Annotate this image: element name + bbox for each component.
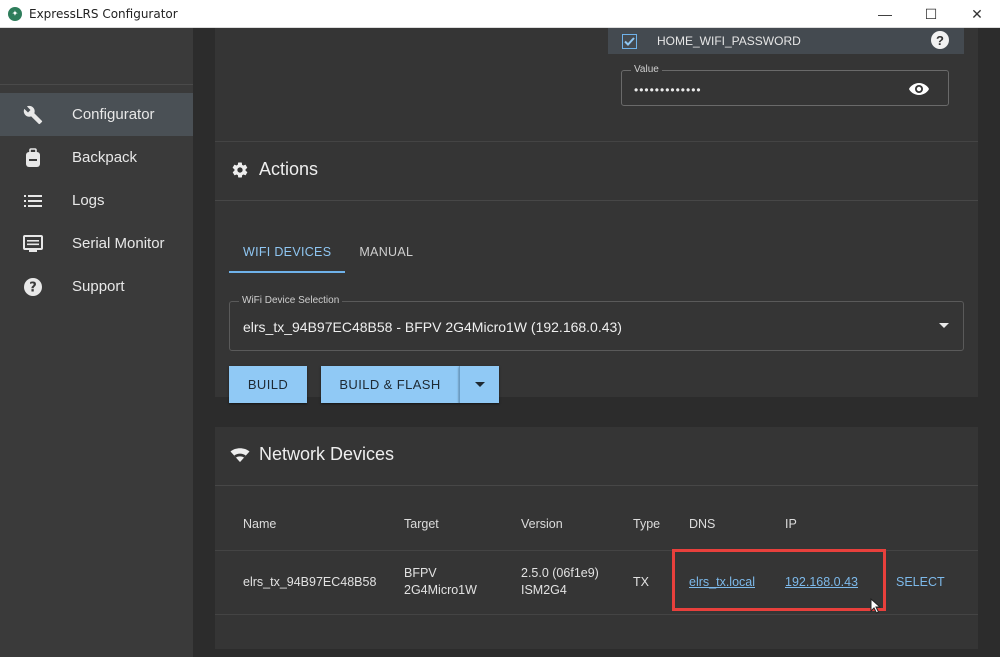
wifi-device-select-value: elrs_tx_94B97EC48B58 - BFPV 2G4Micro1W (…: [243, 319, 622, 335]
eye-icon[interactable]: [908, 80, 930, 98]
device-name: elrs_tx_94B97EC48B58: [243, 575, 377, 589]
app-logo-icon: ✦: [8, 6, 22, 21]
wifi-password-field[interactable]: Value •••••••••••••: [621, 64, 949, 106]
home-wifi-password-label: HOME_WIFI_PASSWORD: [657, 34, 801, 48]
column-header-type: Type: [633, 517, 661, 531]
home-wifi-password-option[interactable]: HOME_WIFI_PASSWORD ?: [608, 28, 964, 54]
sidebar-gutter: [193, 28, 215, 657]
column-header-version: Version: [521, 517, 563, 531]
chevron-down-icon[interactable]: [939, 323, 949, 328]
wifi-password-value[interactable]: •••••••••••••: [634, 83, 702, 97]
minimize-button[interactable]: —: [862, 0, 908, 28]
actions-title: Actions: [259, 159, 319, 179]
wrench-icon: [22, 104, 44, 126]
network-devices-header: Network Devices: [230, 444, 394, 465]
column-header-name: Name: [243, 517, 277, 531]
select-device-button[interactable]: SELECT: [896, 574, 945, 591]
list-icon: [22, 190, 44, 212]
highlight-annotation-box: [672, 549, 886, 611]
sidebar-divider: [0, 84, 193, 85]
actions-header-divider: [215, 200, 978, 201]
tab-wifi-devices[interactable]: WIFI DEVICES: [229, 230, 346, 273]
column-header-target: Target: [404, 517, 439, 531]
sidebar: Configurator Backpack Logs Serial Monito…: [0, 28, 193, 657]
window-controls: — ☐ ✕: [862, 0, 1000, 28]
sidebar-item-backpack[interactable]: Backpack: [0, 136, 193, 179]
actions-header: Actions: [230, 159, 318, 180]
sidebar-item-configurator[interactable]: Configurator: [0, 93, 193, 136]
column-header-ip: IP: [785, 517, 797, 531]
window-title: ExpressLRS Configurator: [29, 6, 178, 21]
sidebar-item-serial-monitor[interactable]: Serial Monitor: [0, 222, 193, 265]
device-version: 2.5.0 (06f1e9) ISM2G4: [521, 565, 599, 599]
help-circle-icon: ?: [22, 276, 44, 298]
wifi-device-select[interactable]: WiFi Device Selection elrs_tx_94B97EC48B…: [229, 295, 964, 351]
panel-divider: [215, 141, 978, 142]
device-type: TX: [633, 575, 649, 589]
sidebar-item-label: Logs: [72, 192, 105, 209]
network-devices-title: Network Devices: [259, 444, 395, 464]
actions-tabs: WIFI DEVICES MANUAL: [229, 230, 427, 273]
sidebar-item-logs[interactable]: Logs: [0, 179, 193, 222]
column-header-dns: DNS: [689, 517, 716, 531]
sidebar-item-label: Configurator: [72, 106, 155, 123]
device-version-line1: 2.5.0 (06f1e9): [521, 566, 599, 580]
wifi-icon: [230, 445, 250, 465]
maximize-button[interactable]: ☐: [908, 0, 954, 28]
wifi-password-field-label: Value: [631, 64, 662, 75]
device-target: BFPV 2G4Micro1W: [404, 565, 477, 599]
device-target-line2: 2G4Micro1W: [404, 583, 477, 597]
backpack-icon: [22, 147, 44, 169]
sidebar-item-support[interactable]: ? Support: [0, 265, 193, 308]
build-flash-button[interactable]: BUILD & FLASH: [321, 366, 459, 403]
chevron-down-icon: [474, 382, 485, 387]
network-table-header: Name Target Version Type DNS IP: [215, 517, 978, 549]
monitor-icon: [22, 233, 44, 255]
help-icon[interactable]: ?: [931, 31, 949, 49]
window-titlebar: ✦ ExpressLRS Configurator — ☐ ✕: [0, 0, 1000, 28]
wifi-device-select-label: WiFi Device Selection: [239, 295, 343, 306]
sidebar-item-label: Support: [72, 278, 125, 295]
device-target-line1: BFPV: [404, 566, 437, 580]
close-button[interactable]: ✕: [954, 0, 1000, 28]
svg-text:?: ?: [29, 280, 37, 295]
mouse-cursor-icon: [870, 598, 882, 614]
actions-panel: Actions WIFI DEVICES MANUAL WiFi Device …: [215, 141, 978, 403]
tab-manual[interactable]: MANUAL: [345, 230, 427, 273]
build-options-dropdown-button[interactable]: [459, 366, 499, 403]
build-button[interactable]: BUILD: [229, 366, 307, 403]
wifi-credentials-panel: HOME_WIFI_PASSWORD ? Value •••••••••••••: [215, 28, 978, 141]
sidebar-item-label: Serial Monitor: [72, 235, 165, 252]
home-wifi-password-checkbox[interactable]: [622, 33, 637, 49]
gear-icon: [230, 160, 250, 180]
device-version-line2: ISM2G4: [521, 583, 567, 597]
network-header-divider: [215, 485, 978, 486]
network-devices-panel: Network Devices Name Target Version Type…: [215, 427, 978, 649]
sidebar-item-label: Backpack: [72, 149, 138, 166]
sidebar-nav: Configurator Backpack Logs Serial Monito…: [0, 93, 193, 308]
